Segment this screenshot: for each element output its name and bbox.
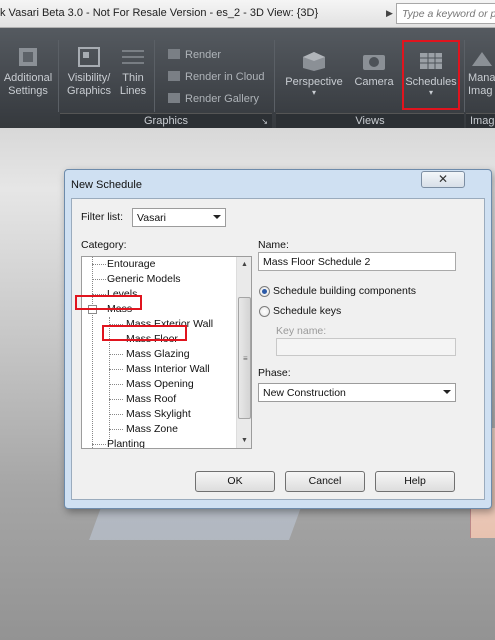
- graphics-panel-title[interactable]: Graphics ↘: [60, 113, 272, 128]
- render-in-cloud-button[interactable]: Render in Cloud: [168, 71, 265, 83]
- perspective-button[interactable]: Perspective ▾: [282, 50, 346, 97]
- tree-item-mass-interior-wall[interactable]: Mass Interior Wall: [126, 363, 210, 375]
- dialog-launcher-icon[interactable]: ↘: [261, 114, 268, 129]
- chevron-down-icon: [213, 215, 221, 219]
- graphics-panel-label: Graphics: [143, 115, 189, 127]
- tree-connector: [109, 414, 123, 415]
- render-label: Render: [185, 49, 222, 61]
- tree-connector: [109, 369, 123, 370]
- schedule-keys-radio[interactable]: [259, 306, 270, 317]
- views-panel-label: Views: [355, 115, 385, 127]
- views-panel-title: Views: [276, 113, 464, 128]
- help-button[interactable]: Help: [375, 471, 455, 492]
- additional-settings-button[interactable]: Additional Settings: [0, 46, 56, 98]
- tree-item-mass-roof[interactable]: Mass Roof: [126, 393, 176, 405]
- manage-images-icon: [472, 52, 492, 66]
- thin-lines-button[interactable]: Thin Lines: [116, 46, 150, 98]
- render-in-cloud-label: Render in Cloud: [185, 71, 265, 83]
- tree-item-generic-models[interactable]: Generic Models: [107, 273, 181, 285]
- tree-connector: [92, 444, 106, 445]
- filter-list-label: Filter list:: [81, 211, 123, 223]
- key-name-input[interactable]: [276, 338, 456, 356]
- mass-highlight-box: [75, 295, 142, 310]
- manage-images-button[interactable]: Manag Imag: [468, 46, 495, 98]
- additional-settings-label: Additional Settings: [3, 72, 53, 97]
- tree-connector: [92, 279, 106, 280]
- dialog-body: Filter list: Vasari Category: Entourage …: [71, 198, 485, 500]
- tree-connector: [109, 429, 123, 430]
- render-teapot-icon: [168, 49, 180, 59]
- window-title: k Vasari Beta 3.0 - Not For Resale Versi…: [0, 7, 319, 19]
- key-name-label: Key name:: [276, 325, 327, 337]
- ribbon-separator: [274, 40, 275, 112]
- visibility-graphics-button[interactable]: Visibility/ Graphics: [62, 46, 116, 98]
- grip-icon: ≡: [243, 354, 248, 363]
- ok-button[interactable]: OK: [195, 471, 275, 492]
- filter-list-select[interactable]: Vasari: [132, 208, 226, 227]
- schedule-building-components-radio[interactable]: [259, 286, 270, 297]
- phase-select[interactable]: New Construction: [258, 383, 456, 402]
- perspective-cube-icon: [303, 52, 325, 71]
- tree-item-mass-glazing[interactable]: Mass Glazing: [126, 348, 190, 360]
- tree-item-mass-skylight[interactable]: Mass Skylight: [126, 408, 191, 420]
- settings-icon: [19, 48, 37, 66]
- perspective-label: Perspective: [285, 76, 343, 88]
- perspective-dropdown-icon: ▾: [311, 88, 316, 97]
- tree-item-mass-opening[interactable]: Mass Opening: [126, 378, 194, 390]
- schedule-name-input[interactable]: Mass Floor Schedule 2: [258, 252, 456, 271]
- phase-label: Phase:: [258, 367, 291, 379]
- ribbon-separator: [464, 40, 465, 112]
- dialog-title: New Schedule: [71, 179, 142, 191]
- tree-connector: [109, 399, 123, 400]
- close-button[interactable]: ✕: [421, 171, 465, 188]
- ribbon-separator: [154, 40, 155, 112]
- thin-lines-icon: [122, 50, 144, 64]
- filter-list-value: Vasari: [137, 212, 166, 224]
- search-input[interactable]: Type a keyword or phr: [396, 3, 495, 24]
- scrollbar-thumb[interactable]: ≡: [238, 297, 251, 419]
- category-label: Category:: [81, 239, 127, 251]
- phase-value: New Construction: [263, 387, 346, 399]
- thin-lines-label: Thin Lines: [119, 72, 147, 97]
- images-panel-label: Imag: [470, 115, 495, 127]
- tree-connector: [92, 257, 93, 448]
- schedule-building-components-label[interactable]: Schedule building components: [273, 285, 416, 297]
- ribbon-separator: [58, 40, 59, 112]
- category-tree[interactable]: Entourage Generic Models Levels − Mass M…: [81, 256, 252, 449]
- mass-floor-highlight-box: [102, 325, 187, 341]
- render-gallery-button[interactable]: Render Gallery: [168, 93, 259, 105]
- render-cloud-icon: [168, 71, 180, 81]
- render-button[interactable]: Render: [168, 49, 221, 61]
- chevron-down-icon: [443, 390, 451, 394]
- schedules-highlight-box: [402, 40, 460, 110]
- tree-item-entourage[interactable]: Entourage: [107, 258, 155, 270]
- manage-images-label: Manag Imag: [468, 72, 495, 97]
- camera-label: Camera: [354, 76, 394, 88]
- camera-button[interactable]: Camera: [352, 50, 396, 89]
- tree-connector: [109, 354, 123, 355]
- schedule-keys-label[interactable]: Schedule keys: [273, 305, 341, 317]
- visibility-graphics-label: Visibility/ Graphics: [66, 72, 112, 97]
- visibility-graphics-icon: [78, 47, 100, 67]
- images-panel-title: Imag: [466, 113, 495, 128]
- scroll-down-icon[interactable]: ▼: [237, 433, 251, 448]
- ribbon: Additional Settings Visibility/ Graphics…: [0, 28, 495, 128]
- camera-icon: [363, 55, 385, 70]
- tree-item-planting[interactable]: Planting: [107, 438, 145, 448]
- render-gallery-label: Render Gallery: [185, 93, 259, 105]
- scroll-up-icon[interactable]: ▲: [237, 257, 251, 272]
- tree-connector: [92, 264, 106, 265]
- title-arrow-icon[interactable]: ▶: [386, 8, 393, 19]
- application-title-bar: k Vasari Beta 3.0 - Not For Resale Versi…: [0, 0, 495, 28]
- name-label: Name:: [258, 239, 289, 251]
- cancel-button[interactable]: Cancel: [285, 471, 365, 492]
- tree-item-mass-zone[interactable]: Mass Zone: [126, 423, 178, 435]
- tree-connector: [109, 384, 123, 385]
- tree-scrollbar[interactable]: ▲ ≡ ▼: [236, 257, 251, 448]
- render-gallery-icon: [168, 93, 180, 103]
